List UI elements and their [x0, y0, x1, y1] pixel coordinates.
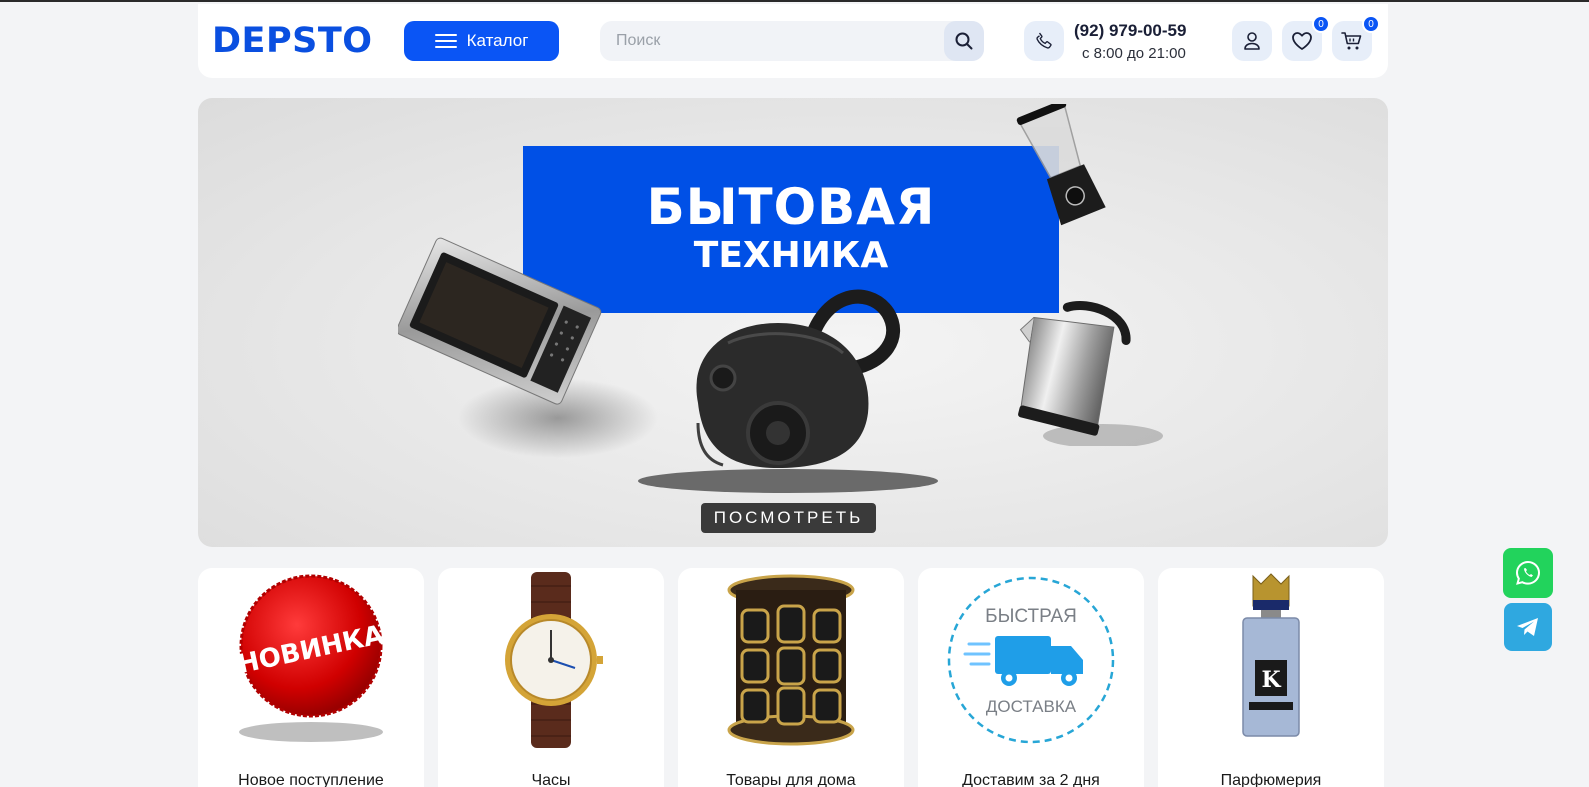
blender-image	[1016, 104, 1106, 226]
catalog-button-label: Каталог	[466, 31, 529, 50]
fast-delivery-truck-image: БЫСТРАЯ ДОСТАВКА	[918, 572, 1144, 748]
profile-button[interactable]	[1232, 21, 1272, 61]
site-logo[interactable]: DEPSTO	[212, 21, 372, 61]
phone-button[interactable]	[1024, 21, 1064, 61]
favorites-button[interactable]: 0	[1282, 15, 1330, 61]
user-icon	[1244, 32, 1260, 50]
category-card-home-goods[interactable]: Товары для дома	[678, 568, 904, 787]
kettle-image	[1018, 301, 1163, 446]
search-bar	[600, 21, 984, 61]
new-arrival-badge-image: НОВИНКА	[198, 572, 424, 748]
favorites-count-badge: 0	[1312, 15, 1330, 33]
category-card-watches[interactable]: Часы	[438, 568, 664, 787]
whatsapp-button[interactable]	[1503, 548, 1553, 598]
banner-title-line1: БЫТОВАЯ	[646, 178, 936, 236]
category-cards: НОВИНКА Новое поступление Часы Товары дл…	[198, 568, 1388, 787]
category-card-fast-delivery[interactable]: БЫСТРАЯ ДОСТАВКА Доставим за 2 дня	[918, 568, 1144, 787]
whatsapp-icon	[1515, 560, 1541, 585]
category-label: Парфюмерия	[1220, 772, 1322, 787]
search-input[interactable]	[600, 21, 940, 61]
category-label: Доставим за 2 дня	[962, 772, 1100, 787]
phone-hours: с 8:00 до 21:00	[1082, 45, 1186, 62]
perfume-bottle-image: K	[1158, 572, 1384, 748]
phone-icon	[1036, 32, 1052, 49]
vacuum-cleaner-image	[638, 289, 938, 493]
site-header: DEPSTO Каталог (92) 979-00-59 с 8:00 до …	[198, 4, 1388, 78]
svg-text:ДОСТАВКА: ДОСТАВКА	[986, 697, 1077, 716]
banner-view-button[interactable]: ПОСМОТРЕТЬ	[701, 503, 876, 533]
spice-rack-image	[678, 572, 904, 748]
svg-text:K: K	[1261, 667, 1281, 693]
telegram-icon	[1517, 618, 1538, 636]
category-label: Новое поступление	[238, 772, 384, 787]
search-icon	[955, 32, 973, 50]
catalog-button[interactable]: Каталог	[404, 21, 559, 61]
cart-count-badge: 0	[1362, 15, 1380, 33]
telegram-button[interactable]	[1504, 603, 1552, 651]
hero-banner[interactable]: БЫТОВАЯ ТЕХНИКА ПОСМОТРЕТЬ	[198, 98, 1388, 547]
hamburger-icon	[434, 34, 457, 48]
search-button[interactable]	[944, 21, 984, 61]
microwave-image	[398, 237, 658, 458]
category-label: Товары для дома	[726, 772, 856, 787]
heart-icon	[1292, 32, 1312, 50]
phone-number[interactable]: (92) 979-00-59	[1074, 21, 1186, 41]
category-card-new-arrivals[interactable]: НОВИНКА Новое поступление	[198, 568, 424, 787]
category-label: Часы	[531, 772, 571, 787]
svg-text:БЫСТРАЯ: БЫСТРАЯ	[985, 606, 1077, 627]
category-card-perfume[interactable]: K Парфюмерия	[1158, 568, 1384, 787]
wristwatch-image	[438, 572, 664, 748]
cart-icon	[1341, 32, 1362, 50]
cart-button[interactable]: 0	[1332, 15, 1380, 61]
